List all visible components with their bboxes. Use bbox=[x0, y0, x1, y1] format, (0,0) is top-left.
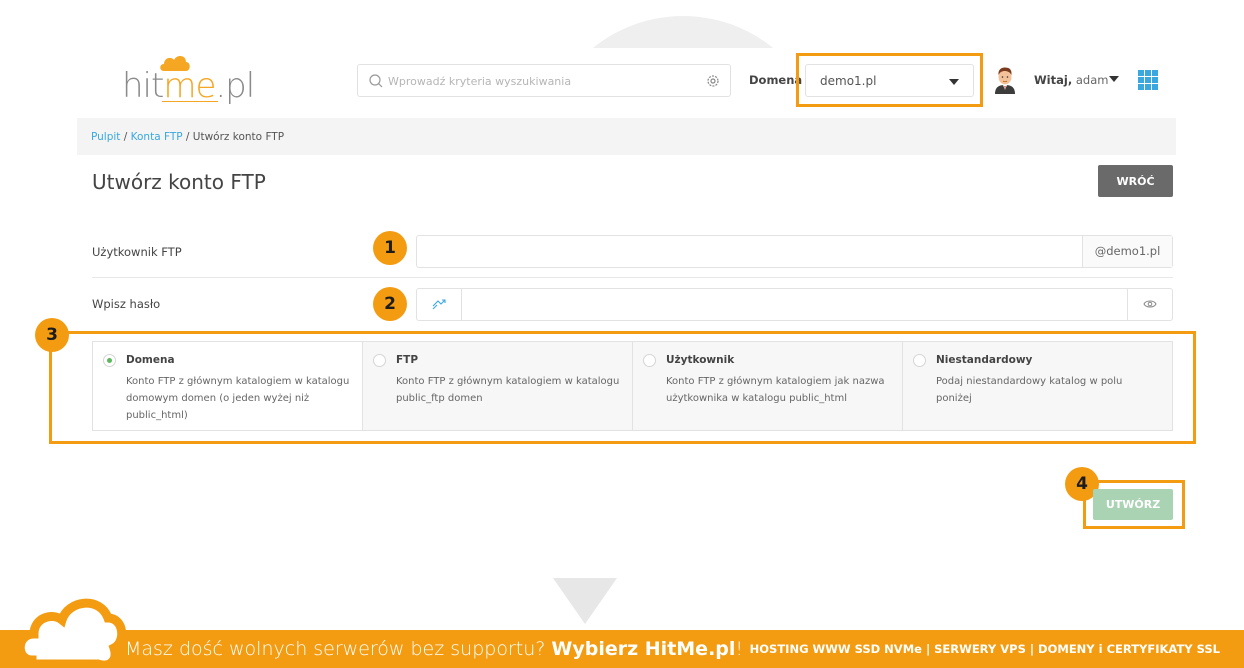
gear-icon[interactable] bbox=[705, 73, 721, 89]
breadcrumb-bar: Pulpit / Konta FTP / Utwórz konto FTP bbox=[77, 118, 1176, 155]
generate-password-icon bbox=[432, 299, 446, 310]
logo-underline bbox=[162, 101, 218, 102]
domain-label: Domena bbox=[749, 73, 803, 87]
annotation-badge-3: 3 bbox=[35, 318, 69, 352]
option-title: Użytkownik bbox=[666, 354, 735, 366]
radio-niestandardowy[interactable] bbox=[913, 354, 926, 367]
option-desc: Konto FTP z głównym katalogiem jak nazwa… bbox=[666, 376, 885, 404]
annotation-badge-1: 1 bbox=[373, 231, 407, 265]
eye-icon bbox=[1143, 300, 1157, 308]
row-divider bbox=[92, 277, 1173, 278]
option-title: FTP bbox=[396, 354, 419, 366]
domain-select-value: demo1.pl bbox=[820, 74, 877, 88]
apps-grid-icon[interactable] bbox=[1138, 70, 1158, 90]
option-domena[interactable]: Domena Konto FTP z głównym katalogiem w … bbox=[93, 342, 363, 430]
option-title: Domena bbox=[126, 354, 175, 366]
radio-uzytkownik[interactable] bbox=[643, 354, 656, 367]
logo-text: hitme.pl bbox=[122, 66, 255, 106]
breadcrumb-konta-ftp[interactable]: Konta FTP bbox=[131, 131, 183, 143]
create-button[interactable]: UTWÓRZ bbox=[1093, 489, 1173, 520]
option-desc: Podaj niestandardowy katalog w polu poni… bbox=[936, 376, 1123, 404]
annotation-badge-2: 2 bbox=[373, 287, 407, 321]
domain-suffix: @demo1.pl bbox=[1082, 236, 1172, 267]
avatar[interactable] bbox=[993, 66, 1017, 94]
show-password-button[interactable] bbox=[1127, 289, 1172, 320]
breadcrumb-current: Utwórz konto FTP bbox=[192, 131, 285, 143]
cloud-icon bbox=[15, 598, 126, 668]
password-label: Wpisz hasło bbox=[92, 297, 161, 311]
footer-links[interactable]: HOSTING WWW SSD NVMe | SERWERY VPS | DOM… bbox=[750, 642, 1220, 656]
search-input[interactable] bbox=[388, 71, 688, 91]
chevron-down-icon bbox=[949, 79, 959, 85]
breadcrumb-pulpit[interactable]: Pulpit bbox=[91, 131, 120, 143]
search-box[interactable] bbox=[357, 64, 731, 97]
user-greeting[interactable]: Witaj, adam bbox=[1034, 73, 1108, 87]
user-menu-chevron-icon[interactable] bbox=[1109, 76, 1119, 82]
back-button[interactable]: WRÓĆ bbox=[1098, 165, 1173, 197]
page-title: Utwórz konto FTP bbox=[92, 170, 266, 194]
down-arrow-decoration bbox=[553, 578, 617, 624]
footer-slogan: Masz dość wolnych serwerów bez supportu?… bbox=[125, 638, 744, 660]
radio-domena[interactable] bbox=[103, 354, 116, 367]
option-desc: Konto FTP z głównym katalogiem w katalog… bbox=[126, 376, 350, 421]
directory-options: Domena Konto FTP z głównym katalogiem w … bbox=[92, 341, 1173, 431]
ftp-user-field[interactable]: @demo1.pl bbox=[416, 235, 1173, 268]
search-icon bbox=[369, 74, 383, 88]
breadcrumb: Pulpit / Konta FTP / Utwórz konto FTP bbox=[91, 131, 285, 143]
generate-password-button[interactable] bbox=[417, 289, 462, 320]
radio-ftp[interactable] bbox=[373, 354, 386, 367]
password-input[interactable] bbox=[469, 295, 1109, 315]
ftp-user-label: Użytkownik FTP bbox=[92, 245, 182, 259]
domain-select[interactable]: demo1.pl bbox=[805, 64, 974, 97]
option-uzytkownik[interactable]: Użytkownik Konto FTP z głównym katalogie… bbox=[633, 342, 903, 430]
option-niestandardowy[interactable]: Niestandardowy Podaj niestandardowy kata… bbox=[903, 342, 1172, 430]
ftp-user-input[interactable] bbox=[425, 242, 1065, 262]
password-field[interactable] bbox=[416, 288, 1173, 321]
option-title: Niestandardowy bbox=[936, 354, 1033, 366]
logo[interactable]: hitme.pl bbox=[122, 54, 255, 110]
option-desc: Konto FTP z głównym katalogiem w katalog… bbox=[396, 376, 620, 404]
option-ftp[interactable]: FTP Konto FTP z głównym katalogiem w kat… bbox=[363, 342, 633, 430]
